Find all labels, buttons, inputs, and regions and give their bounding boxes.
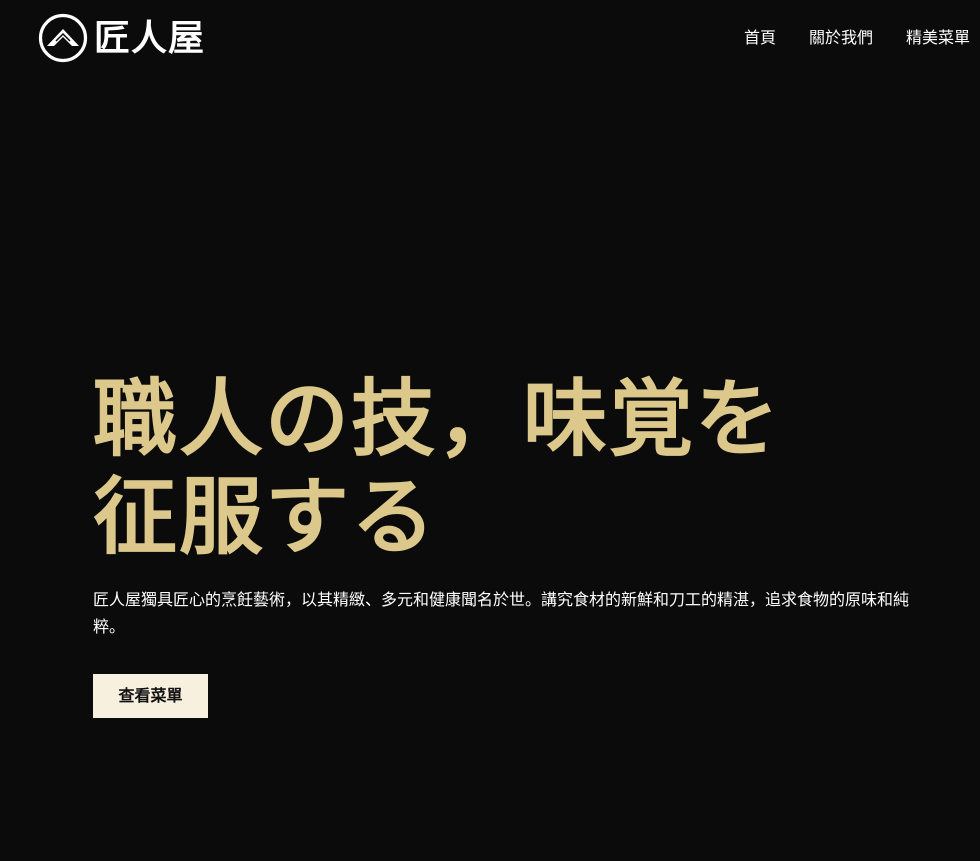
site-header: 匠人屋 首頁 關於我們 精美菜單 bbox=[0, 0, 980, 78]
nav-home[interactable]: 首頁 bbox=[744, 26, 776, 50]
hero-description: 匠人屋獨具匠心的烹飪藝術，以其精緻、多元和健康聞名於世。講究食材的新鮮和刀工的精… bbox=[93, 590, 910, 636]
nav-menu[interactable]: 精美菜單 bbox=[906, 26, 970, 50]
hero-title-line-1: 職人の技，味覚を bbox=[93, 369, 782, 468]
hero-title-line-2: 征服する bbox=[93, 467, 438, 566]
mountain-circle-icon bbox=[38, 13, 88, 63]
hero-title: 職人の技，味覚を 征服する bbox=[93, 370, 943, 566]
main-nav: 首頁 關於我們 精美菜單 bbox=[744, 26, 970, 50]
view-menu-button[interactable]: 查看菜單 bbox=[93, 674, 208, 718]
brand-name: 匠人屋 bbox=[94, 17, 206, 59]
brand-logo[interactable]: 匠人屋 bbox=[38, 12, 205, 64]
hero-section: 職人の技，味覚を 征服する 匠人屋獨具匠心的烹飪藝術，以其精緻、多元和健康聞名於… bbox=[93, 370, 943, 718]
nav-about[interactable]: 關於我們 bbox=[809, 26, 873, 50]
